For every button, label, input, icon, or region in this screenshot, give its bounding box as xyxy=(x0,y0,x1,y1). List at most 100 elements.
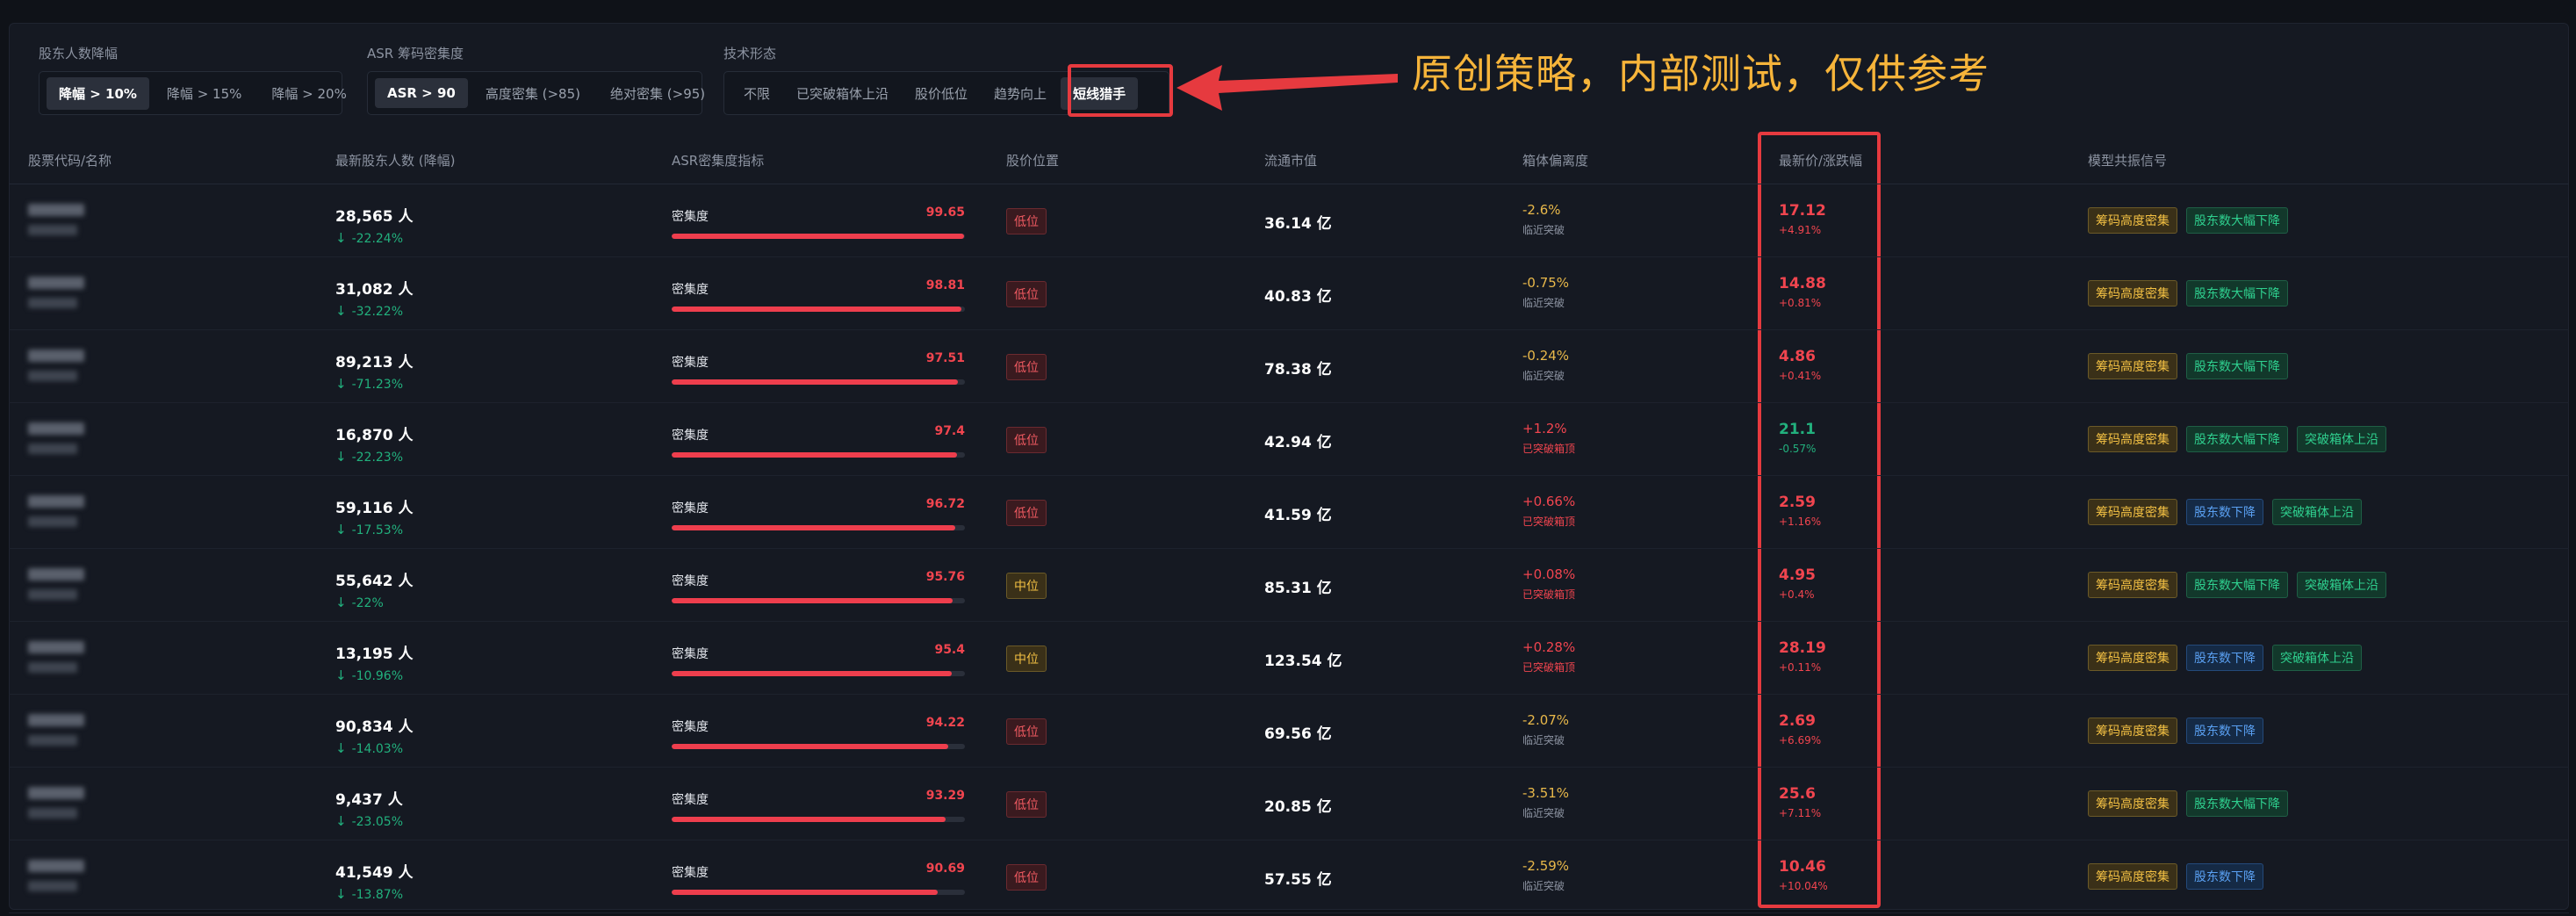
signal-tag: 股东数大幅下降 xyxy=(2186,353,2288,379)
signal-tag: 突破箱体上沿 xyxy=(2272,645,2362,671)
price-cell: 4.95 +0.4% xyxy=(1779,566,1816,601)
stock-name-blurred[interactable] xyxy=(28,714,84,746)
table-row[interactable]: 9,437 人 ↓ -23.05% 密集度 93.29 低位 20.85 亿 -3.51% 临近… xyxy=(9,768,2569,840)
holders-cell: 9,437 人 ↓ -23.05% xyxy=(335,787,403,829)
filter-holders: 股东人数降幅 降幅 > 10% 降幅 > 15% 降幅 > 20% xyxy=(39,44,347,115)
latest-price: 17.12 xyxy=(1779,202,1826,220)
stock-name-blurred[interactable] xyxy=(28,641,84,673)
holders-count: 59,116 人 xyxy=(335,500,414,517)
holders-count: 13,195 人 xyxy=(335,646,414,663)
asr-bar-fill xyxy=(672,598,953,603)
stock-name-blurred[interactable] xyxy=(28,422,84,454)
table-row[interactable]: 59,116 人 ↓ -17.53% 密集度 96.72 低位 41.59 亿 +0.66% 已… xyxy=(9,476,2569,549)
arrow-down-icon: ↓ xyxy=(335,667,347,683)
asr-bar-track xyxy=(672,890,965,895)
option-tech-uptrend[interactable]: 趋势向上 xyxy=(982,77,1059,110)
asr-bar-track xyxy=(672,307,965,312)
option-tech-breakout[interactable]: 已突破箱体上沿 xyxy=(784,77,901,110)
holders-count: 41,549 人 xyxy=(335,864,414,882)
box-deviation: -3.51% 临近突破 xyxy=(1522,785,1569,820)
holders-change-value: -23.05% xyxy=(351,815,404,829)
asr-value: 93.29 xyxy=(925,789,965,803)
stock-name-blurred[interactable] xyxy=(28,568,84,600)
stock-name-blurred[interactable] xyxy=(28,860,84,891)
stock-name-blurred[interactable] xyxy=(28,350,84,381)
header-cap[interactable]: 流通市值 xyxy=(1264,151,1317,169)
holders-cell: 28,565 人 ↓ -22.24% xyxy=(335,204,414,246)
header-asr[interactable]: ASR密集度指标 xyxy=(672,151,764,169)
stock-name-blurred[interactable] xyxy=(28,277,84,308)
annotation-text: 原创策略，内部测试，仅供参考 xyxy=(1412,50,1990,97)
signal-tags: 筹码高度密集 股东数大幅下降 xyxy=(2088,280,2288,307)
holders-change: ↓ -14.03% xyxy=(335,740,414,756)
asr-value: 97.51 xyxy=(925,351,965,365)
header-holders[interactable]: 最新股东人数 (降幅) xyxy=(335,151,455,169)
option-tech-low[interactable]: 股价低位 xyxy=(903,77,980,110)
arrow-down-icon: ↓ xyxy=(335,595,347,610)
filter-holders-title: 股东人数降幅 xyxy=(39,46,119,61)
table-row[interactable]: 89,213 人 ↓ -71.23% 密集度 97.51 低位 78.38 亿 -0.24% 临… xyxy=(9,330,2569,403)
table-header: 股票代码/名称 最新股东人数 (降幅) ASR密集度指标 股价位置 流通市值 箱… xyxy=(9,132,2569,184)
position-badge: 低位 xyxy=(1006,718,1047,745)
arrow-down-icon: ↓ xyxy=(335,886,347,902)
filter-holders-options: 降幅 > 10% 降幅 > 15% 降幅 > 20% xyxy=(39,71,347,115)
asr-label: 密集度 xyxy=(672,574,709,588)
stock-name-blurred[interactable] xyxy=(28,787,84,819)
position-badge: 低位 xyxy=(1006,281,1047,307)
signal-tag: 股东数大幅下降 xyxy=(2186,790,2288,817)
table-row[interactable]: 31,082 人 ↓ -32.22% 密集度 98.81 低位 40.83 亿 -0.75% 临… xyxy=(9,257,2569,330)
option-tech-any[interactable]: 不限 xyxy=(731,77,782,110)
position-badge: 低位 xyxy=(1006,791,1047,818)
signal-tag: 股东数大幅下降 xyxy=(2186,426,2288,452)
table-row[interactable]: 90,834 人 ↓ -14.03% 密集度 94.22 低位 69.56 亿 -2.07% 临… xyxy=(9,695,2569,768)
price-cell: 17.12 +4.91% xyxy=(1779,202,1826,236)
asr-cell: 密集度 97.4 xyxy=(672,424,965,458)
header-position[interactable]: 股价位置 xyxy=(1006,151,1059,169)
holders-change-value: -14.03% xyxy=(351,742,404,756)
position-badge: 低位 xyxy=(1006,354,1047,380)
holders-cell: 16,870 人 ↓ -22.23% xyxy=(335,422,414,465)
asr-bar-track xyxy=(672,671,965,676)
signal-tag: 筹码高度密集 xyxy=(2088,499,2177,525)
asr-label: 密集度 xyxy=(672,866,709,880)
box-deviation-status: 临近突破 xyxy=(1522,880,1565,892)
price-cell: 10.46 +10.04% xyxy=(1779,858,1828,892)
holders-change: ↓ -32.22% xyxy=(335,303,414,319)
holders-cell: 13,195 人 ↓ -10.96% xyxy=(335,641,414,683)
option-holders-15[interactable]: 降幅 > 15% xyxy=(155,77,254,110)
header-price[interactable]: 最新价/涨跌幅 xyxy=(1779,151,1862,169)
option-asr-90[interactable]: ASR > 90 xyxy=(375,78,468,108)
option-asr-95[interactable]: 绝对密集 (>95) xyxy=(598,77,717,110)
market-cap: 57.55 亿 xyxy=(1264,871,1332,889)
market-cap: 78.38 亿 xyxy=(1264,361,1332,379)
latest-price: 4.95 xyxy=(1779,566,1816,584)
header-box[interactable]: 箱体偏离度 xyxy=(1522,151,1588,169)
filter-asr: ASR 筹码密集度 ASR > 90 高度密集 (>85) 绝对密集 (>95) xyxy=(367,44,705,115)
asr-bar-track xyxy=(672,525,965,530)
asr-value: 99.65 xyxy=(925,206,965,220)
option-holders-20[interactable]: 降幅 > 20% xyxy=(259,77,358,110)
box-deviation-status: 已突破箱顶 xyxy=(1522,661,1576,674)
asr-cell: 密集度 93.29 xyxy=(672,789,965,822)
table-row[interactable]: 16,870 人 ↓ -22.23% 密集度 97.4 低位 42.94 亿 +1.2% 已突破… xyxy=(9,403,2569,476)
asr-bar-track xyxy=(672,452,965,458)
header-code[interactable]: 股票代码/名称 xyxy=(28,151,112,169)
box-deviation: +0.66% 已突破箱顶 xyxy=(1522,494,1575,529)
asr-bar-fill xyxy=(672,379,958,385)
signal-tag: 筹码高度密集 xyxy=(2088,426,2177,452)
asr-value: 95.76 xyxy=(925,570,965,584)
box-deviation: +0.08% 已突破箱顶 xyxy=(1522,566,1575,602)
holders-cell: 90,834 人 ↓ -14.03% xyxy=(335,714,414,756)
option-holders-10[interactable]: 降幅 > 10% xyxy=(47,76,149,110)
holders-change-value: -22.24% xyxy=(351,232,404,246)
header-signals[interactable]: 模型共振信号 xyxy=(2088,151,2167,169)
market-cap: 40.83 亿 xyxy=(1264,288,1332,306)
stock-name-blurred[interactable] xyxy=(28,204,84,235)
option-asr-85[interactable]: 高度密集 (>85) xyxy=(473,77,593,110)
table-row[interactable]: 41,549 人 ↓ -13.87% 密集度 90.69 低位 57.55 亿 -2.59% 临… xyxy=(9,840,2569,913)
signal-tags: 筹码高度密集 股东数大幅下降 突破箱体上沿 xyxy=(2088,572,2386,598)
table-row[interactable]: 13,195 人 ↓ -10.96% 密集度 95.4 中位 123.54 亿 +0.28% 已… xyxy=(9,622,2569,695)
table-row[interactable]: 55,642 人 ↓ -22% 密集度 95.76 中位 85.31 亿 +0.08% 已突破箱… xyxy=(9,549,2569,622)
stock-name-blurred[interactable] xyxy=(28,495,84,527)
table-row[interactable]: 28,565 人 ↓ -22.24% 密集度 99.65 低位 36.14 亿 -2.6% 临近… xyxy=(9,184,2569,257)
